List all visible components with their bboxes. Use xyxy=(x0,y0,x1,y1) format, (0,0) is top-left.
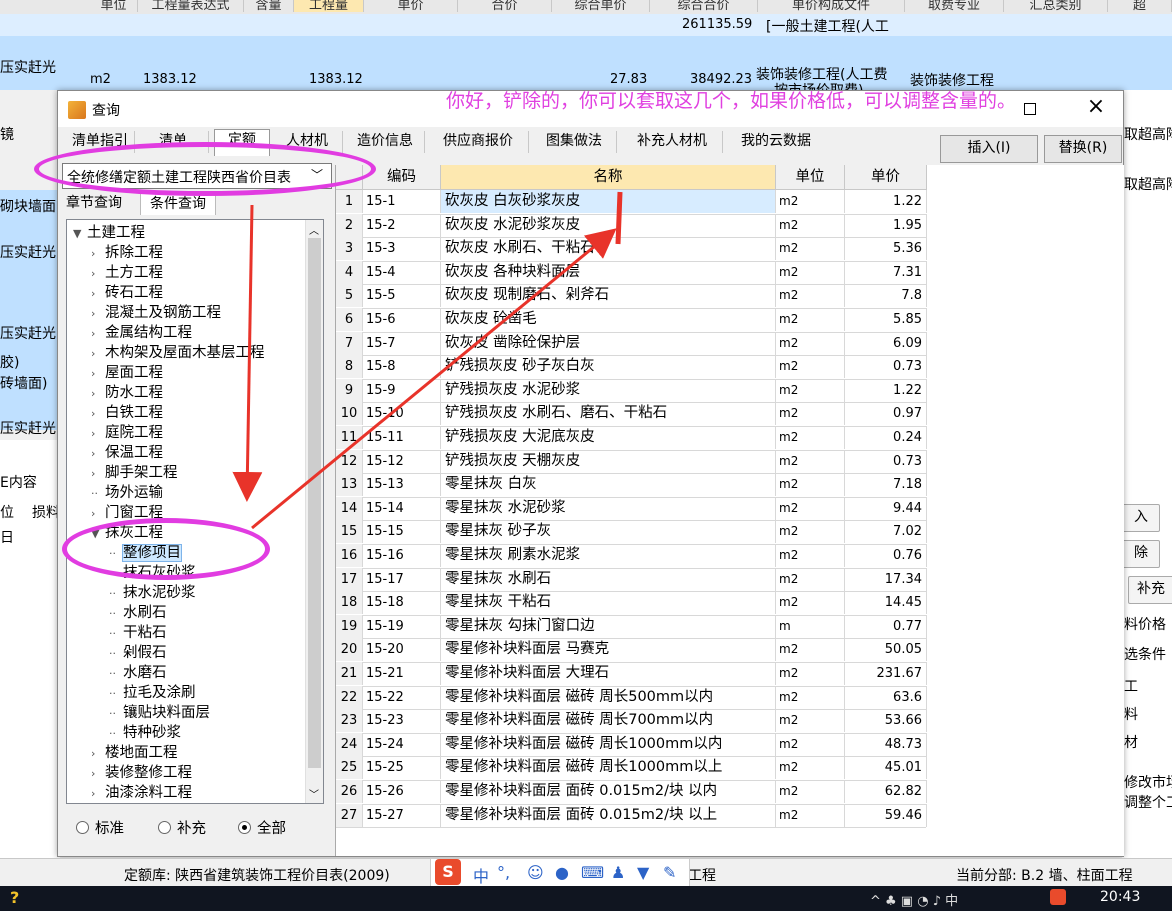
keyboard-icon[interactable]: ⌨ xyxy=(581,863,604,882)
chinese-mode-icon[interactable]: 中 xyxy=(473,863,489,887)
emoji-icon[interactable]: ☺ xyxy=(527,863,544,882)
status-current: 当前分部: B.2 墙、柱面工程 xyxy=(956,868,1133,884)
sogou-tray-icon[interactable] xyxy=(1050,889,1066,905)
taskbar: ? ^ ♣ ▣ ◔ ♪ 中 xyxy=(0,886,1172,911)
sogou-icon[interactable]: S xyxy=(435,859,461,885)
annotation-mark xyxy=(615,191,623,245)
annotation-arrows xyxy=(232,191,623,530)
arrow-down-icon xyxy=(232,204,263,502)
wrench-icon[interactable]: ✎ xyxy=(663,863,676,882)
clock: 20:43 xyxy=(1100,889,1141,905)
skin-icon[interactable]: ▼ xyxy=(637,863,649,882)
user-icon[interactable]: ♟ xyxy=(611,863,625,882)
status-library: 定额库: 陕西省建筑装饰工程价目表(2009) xyxy=(124,868,390,884)
app-taskbar-icon[interactable]: ? xyxy=(10,888,19,907)
punctuation-icon[interactable]: °, xyxy=(497,863,510,882)
tray-icons[interactable]: ^ ♣ ▣ ◔ ♪ 中 xyxy=(870,890,958,909)
arrow-diagonal-icon xyxy=(251,228,617,530)
microphone-icon[interactable]: ● xyxy=(555,863,569,882)
status-part: 工程 xyxy=(688,868,716,884)
